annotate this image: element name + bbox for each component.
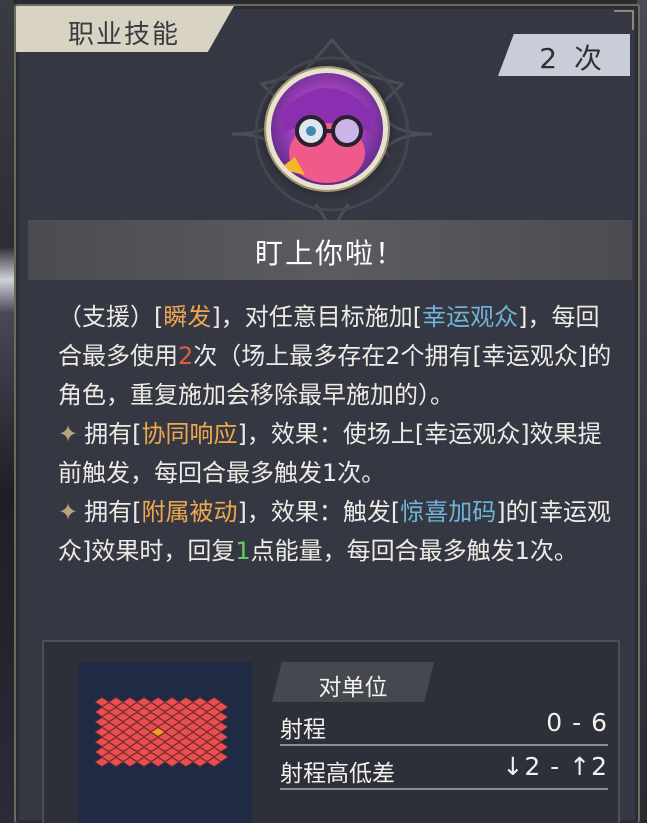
description-fade xyxy=(28,596,632,628)
desc-text: 点能量，每回合最多触发1次。 xyxy=(250,537,578,565)
skill-name-bar: 盯上你啦！ xyxy=(28,220,632,280)
description-paragraph: （支援）[瞬发]，对任意目标施加[幸运观众]，每回合最多使用2次（场上最多存在2… xyxy=(58,298,614,415)
target-type-label: 对单位 xyxy=(272,662,434,702)
character-face-icon xyxy=(279,88,373,183)
keyword-coordinated-response[interactable]: 协同响应 xyxy=(141,420,237,448)
section-title: 职业技能 xyxy=(68,20,181,50)
desc-text: ]，效果：触发[ xyxy=(237,498,401,526)
range-info-box: 对单位 射程 0 - 6 射程高低差 ↓2 - ↑2 xyxy=(42,640,620,823)
range-tiles-graphic xyxy=(94,697,229,767)
range-grid-map xyxy=(78,662,252,823)
keyword-lucky-audience[interactable]: 幸运观众 xyxy=(422,303,518,331)
skill-detail-panel: 职业技能 2 次 盯上你啦！ （支援）[瞬发]，对任意目标施加[幸运观众]，每回… xyxy=(14,4,640,823)
sparkle-icon: ✦ xyxy=(58,498,79,526)
desc-text: ]，对任意目标施加[ xyxy=(211,303,423,331)
description-paragraph: ✦ 拥有[附属被动]，效果：触发[惊喜加码]的[幸运观众]效果时，回复1点能量，每… xyxy=(58,493,614,571)
section-title-tab: 职业技能 xyxy=(16,6,234,52)
skill-description: （支援）[瞬发]，对任意目标施加[幸运观众]，每回合最多使用2次（场上最多存在2… xyxy=(58,298,614,622)
uses-count: 2 次 xyxy=(539,42,606,75)
corner-ornament-icon xyxy=(614,10,634,30)
target-type: 对单位 xyxy=(318,675,388,701)
desc-text: （支援）[ xyxy=(58,303,164,331)
background-left-edge xyxy=(0,0,14,823)
desc-text: 拥有[ xyxy=(84,420,142,448)
sparkle-icon: ✦ xyxy=(58,420,79,448)
energy-restore-number: 1 xyxy=(235,537,251,565)
height-diff-value: ↓2 - ↑2 xyxy=(502,752,608,781)
keyword-attached-passive[interactable]: 附属被动 xyxy=(141,498,237,526)
description-paragraph: ✦ 拥有[协同响应]，效果：使场上[幸运观众]效果提前触发，每回合最多触发1次。 xyxy=(58,415,614,493)
keyword-surprise-bonus[interactable]: 惊喜加码 xyxy=(400,498,496,526)
skill-portrait-icon xyxy=(266,68,388,190)
skill-name: 盯上你啦！ xyxy=(254,237,405,270)
height-diff-label: 射程高低差 xyxy=(280,761,395,787)
keyword-instant[interactable]: 瞬发 xyxy=(163,303,211,331)
height-diff-row: 射程高低差 ↓2 - ↑2 xyxy=(280,750,608,790)
range-row: 射程 0 - 6 xyxy=(280,706,608,746)
uses-count-badge: 2 次 xyxy=(498,34,630,76)
uses-per-turn-number: 2 xyxy=(178,342,194,370)
range-value: 0 - 6 xyxy=(546,708,608,737)
range-label: 射程 xyxy=(280,717,326,743)
desc-text: 拥有[ xyxy=(84,498,142,526)
